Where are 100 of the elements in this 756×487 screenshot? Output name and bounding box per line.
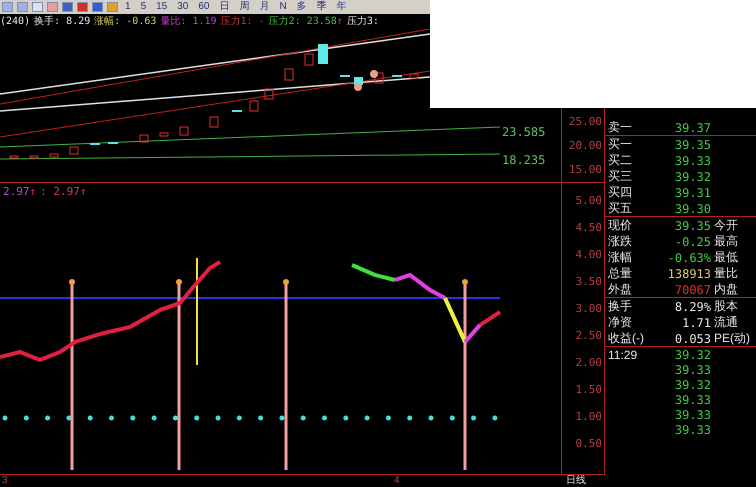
quote-label: 今开 xyxy=(714,217,739,234)
period-button[interactable]: 月 xyxy=(256,0,272,13)
axis-label: 3.50 xyxy=(576,275,602,289)
signal-marker xyxy=(370,70,378,78)
axis-label: 1.50 xyxy=(576,383,602,397)
toolbar-icon[interactable] xyxy=(92,2,103,12)
quote-value: -0.63% xyxy=(666,250,711,264)
candlestick xyxy=(70,146,78,154)
axis-label: 5.00 xyxy=(576,194,602,208)
quote-value: 39.32 xyxy=(674,170,711,184)
quote-label: 流通 xyxy=(714,314,739,331)
quote-label: 量比 xyxy=(714,265,739,282)
toolbar-icon[interactable] xyxy=(32,2,43,12)
candlestick xyxy=(304,54,314,66)
quote-label: 净资 xyxy=(608,314,633,331)
time-label: 4 xyxy=(394,475,401,487)
toolbar-icon[interactable] xyxy=(17,2,28,12)
candlestick xyxy=(284,68,294,80)
quote-value: 1.71 xyxy=(681,316,711,330)
quote-label: 收益(-) xyxy=(608,330,645,347)
quote-label: 涨幅 xyxy=(608,249,633,266)
period-label: 日线 xyxy=(565,475,587,487)
period-button[interactable]: 5 xyxy=(138,0,150,13)
quote-value: -0.25 xyxy=(674,234,711,248)
period-button[interactable]: 季 xyxy=(314,0,330,13)
tick-price: 39.33 xyxy=(674,392,711,406)
candlestick xyxy=(10,156,18,158)
candlestick xyxy=(140,134,148,142)
period-button[interactable]: 1 xyxy=(122,0,134,13)
axis-label: 2.00 xyxy=(576,356,602,370)
toolbar-icon[interactable] xyxy=(77,2,88,12)
period-button[interactable]: 周 xyxy=(236,0,252,13)
quote-value: 39.35 xyxy=(674,218,711,232)
tick-price: 39.32 xyxy=(674,348,711,362)
candlestick xyxy=(50,154,58,158)
quote-label: 买二 xyxy=(608,152,633,169)
quote-label: 买四 xyxy=(608,184,633,201)
quote-label: 总量 xyxy=(608,265,633,282)
quote-label: 现价 xyxy=(608,217,633,234)
toolbar-icon[interactable] xyxy=(62,2,73,12)
quote-value: 39.37 xyxy=(674,120,711,134)
quote-label: 买五 xyxy=(608,200,633,217)
quote-label: 外盘 xyxy=(608,281,633,298)
quote-label: 卖一 xyxy=(608,119,633,136)
quote-value: 0.053 xyxy=(674,332,711,346)
axis-label: 15.00 xyxy=(568,163,602,177)
info-item: 量比: 1.19 xyxy=(160,14,217,28)
info-item: (240) xyxy=(0,16,30,27)
candlestick xyxy=(318,44,328,64)
period-button[interactable]: 年 xyxy=(334,0,350,13)
period-button[interactable]: 15 xyxy=(153,0,170,13)
info-item: 压力3: xyxy=(346,14,379,28)
indicator-value: : 2.97↑ xyxy=(40,184,86,198)
period-button[interactable]: N xyxy=(276,0,290,13)
toolbar-icon[interactable] xyxy=(2,2,13,12)
quote-label: 买一 xyxy=(608,136,633,153)
period-button[interactable]: 60 xyxy=(195,0,212,13)
tick-price: 39.33 xyxy=(674,408,711,422)
quote-label: PE(动) xyxy=(714,330,751,347)
tick-price: 39.32 xyxy=(674,378,711,392)
candlestick xyxy=(30,156,38,158)
period-button[interactable]: 日 xyxy=(216,0,232,13)
candlestick xyxy=(250,100,258,112)
info-item: 压力1: - xyxy=(220,14,265,28)
quote-label: 涨跌 xyxy=(608,233,633,250)
period-button[interactable]: 多 xyxy=(294,0,310,13)
quote-label: 换手 xyxy=(608,298,633,315)
time-label: 3 xyxy=(2,475,9,487)
axis-label: 4.00 xyxy=(576,248,602,262)
toolbar-icon[interactable] xyxy=(47,2,58,12)
quote-label: 内盘 xyxy=(714,281,739,298)
candlestick xyxy=(374,72,384,84)
quote-value: 39.30 xyxy=(674,202,711,216)
quote-value: 39.35 xyxy=(674,138,711,152)
candlestick xyxy=(210,116,218,128)
axis-label: 3.00 xyxy=(576,302,602,316)
info-item: 涨幅: -0.63 xyxy=(94,14,156,28)
period-button[interactable]: 30 xyxy=(174,0,192,13)
candlestick xyxy=(232,110,242,112)
quote-label: 最高 xyxy=(714,233,739,250)
axis-label: 4.50 xyxy=(576,221,602,235)
quote-label: 最低 xyxy=(714,249,739,266)
quote-label: 买三 xyxy=(608,168,633,185)
tick-price: 39.33 xyxy=(674,422,711,436)
info-item: 换手: 8.29 xyxy=(34,14,90,28)
indicator-line xyxy=(478,310,502,327)
quote-value: 70067 xyxy=(674,282,711,296)
candlestick xyxy=(180,126,188,136)
candlestick xyxy=(160,132,168,136)
axis-label: 0.50 xyxy=(576,437,602,451)
axis-label: 2.50 xyxy=(576,329,602,343)
quote-value: 39.33 xyxy=(674,154,711,168)
axis-label: 1.00 xyxy=(576,410,602,424)
quote-value: 138913 xyxy=(666,266,711,280)
candlestick xyxy=(264,88,274,100)
quote-value: 8.29% xyxy=(674,300,711,314)
line-value-label: 23.585 xyxy=(502,125,546,139)
indicator-value: 2.97↑ xyxy=(3,184,36,198)
signal-marker xyxy=(354,83,362,91)
toolbar-icon[interactable] xyxy=(107,2,118,12)
